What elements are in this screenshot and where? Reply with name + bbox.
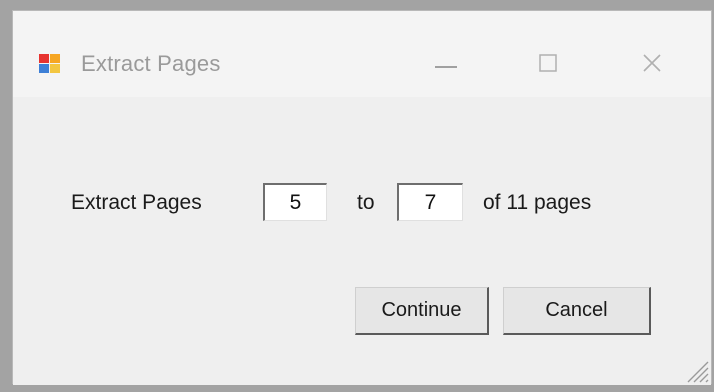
page-count-label: of 11 pages [483, 191, 592, 214]
maximize-button[interactable] [523, 45, 573, 85]
close-button[interactable] [627, 45, 677, 85]
to-label: to [357, 191, 375, 214]
close-icon [642, 53, 662, 78]
extract-pages-label: Extract Pages [71, 191, 202, 214]
cancel-button[interactable]: Cancel [503, 287, 651, 335]
dialog-content: Extract Pages 5 to 7 of 11 pages Continu… [13, 97, 711, 385]
to-page-input[interactable]: 7 [397, 183, 463, 221]
continue-button[interactable]: Continue [355, 287, 489, 335]
maximize-icon [539, 53, 557, 77]
minimize-icon [435, 56, 457, 74]
resize-grip-icon[interactable] [683, 357, 709, 383]
title-bar[interactable]: Extract Pages [13, 11, 711, 97]
extract-pages-dialog: Extract Pages Extract Pages 5 to 7 of 11… [12, 10, 712, 385]
minimize-button[interactable] [421, 45, 471, 85]
from-page-input[interactable]: 5 [263, 183, 327, 221]
window-title: Extract Pages [81, 51, 221, 76]
application-icon [39, 53, 61, 75]
screen-background: Extract Pages Extract Pages 5 to 7 of 11… [0, 0, 714, 392]
